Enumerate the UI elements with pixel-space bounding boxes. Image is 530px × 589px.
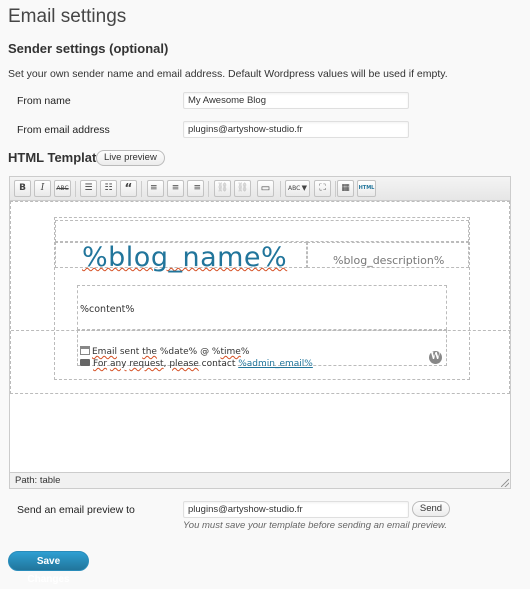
blog-name-var: %blog_name% (82, 242, 288, 273)
save-changes-button[interactable]: Save Changes (8, 551, 89, 585)
admin-email-link[interactable]: %admin_email% (238, 359, 313, 369)
content-var: %content% (80, 304, 135, 315)
editor-statusbar: Path: table (10, 472, 510, 488)
unlink-icon[interactable]: ⛓ (234, 180, 251, 197)
editor-canvas[interactable]: %blog_name% %blog_description% %content%… (10, 201, 511, 394)
horizontal-rule-icon[interactable]: ▭ (257, 180, 274, 197)
send-preview-button[interactable]: Send (412, 501, 450, 517)
from-name-input[interactable] (183, 92, 409, 109)
blockquote-icon[interactable]: “ (120, 180, 137, 197)
align-right-icon[interactable]: ≡ (187, 180, 204, 197)
sender-settings-heading: Sender settings (optional) (8, 41, 169, 56)
preview-email-input[interactable] (183, 501, 409, 518)
italic-icon[interactable]: I (34, 180, 51, 197)
bulleted-list-icon[interactable]: ☰ (80, 180, 97, 197)
html-icon[interactable]: HTML (357, 180, 376, 197)
spellcheck-icon[interactable]: ABC ▼ (285, 180, 310, 197)
header-spacer-row (55, 220, 469, 242)
page-title: Email settings (8, 6, 127, 27)
kitchen-sink-icon[interactable]: ▦ (337, 180, 354, 197)
preview-hint: You must save your template before sendi… (183, 520, 448, 531)
element-path: Path: table (15, 475, 61, 486)
speech-bubble-icon (80, 359, 90, 366)
chevron-down-icon: ▼ (301, 184, 307, 192)
footer-date-line: Email sent the %date% @ %time% (80, 346, 249, 357)
from-email-label: From email address (17, 124, 110, 136)
strikethrough-icon[interactable]: ABC (54, 180, 71, 197)
fullscreen-icon[interactable]: ⛶ (314, 180, 331, 197)
footer-contact-line: For any request, please contact %admin_e… (80, 359, 313, 369)
html-template-heading: HTML Template (8, 150, 104, 165)
numbered-list-icon[interactable]: ☷ (100, 180, 117, 197)
link-icon[interactable]: ⛓ (214, 180, 231, 197)
align-left-icon[interactable]: ≡ (147, 180, 164, 197)
blog-description-var: %blog_description% (333, 254, 445, 267)
from-email-input[interactable] (183, 121, 409, 138)
wordpress-logo-icon: W (429, 351, 442, 364)
from-name-label: From name (17, 95, 71, 107)
editor-toolbar: B I ABC ☰ ☷ “ ≡ ≡ ≡ ⛓ ⛓ ▭ ABC ▼ ⛶ ▦ HTML (10, 177, 510, 201)
sender-settings-description: Set your own sender name and email addre… (8, 68, 448, 80)
preview-email-label: Send an email preview to (17, 504, 135, 516)
live-preview-button[interactable]: Live preview (96, 150, 165, 166)
resize-handle-icon[interactable] (501, 479, 509, 487)
calendar-icon (80, 346, 90, 355)
template-table: %blog_name% %blog_description% %content%… (11, 217, 511, 380)
html-editor: B I ABC ☰ ☷ “ ≡ ≡ ≡ ⛓ ⛓ ▭ ABC ▼ ⛶ ▦ HTML… (9, 176, 511, 489)
bold-icon[interactable]: B (14, 180, 31, 197)
align-center-icon[interactable]: ≡ (167, 180, 184, 197)
